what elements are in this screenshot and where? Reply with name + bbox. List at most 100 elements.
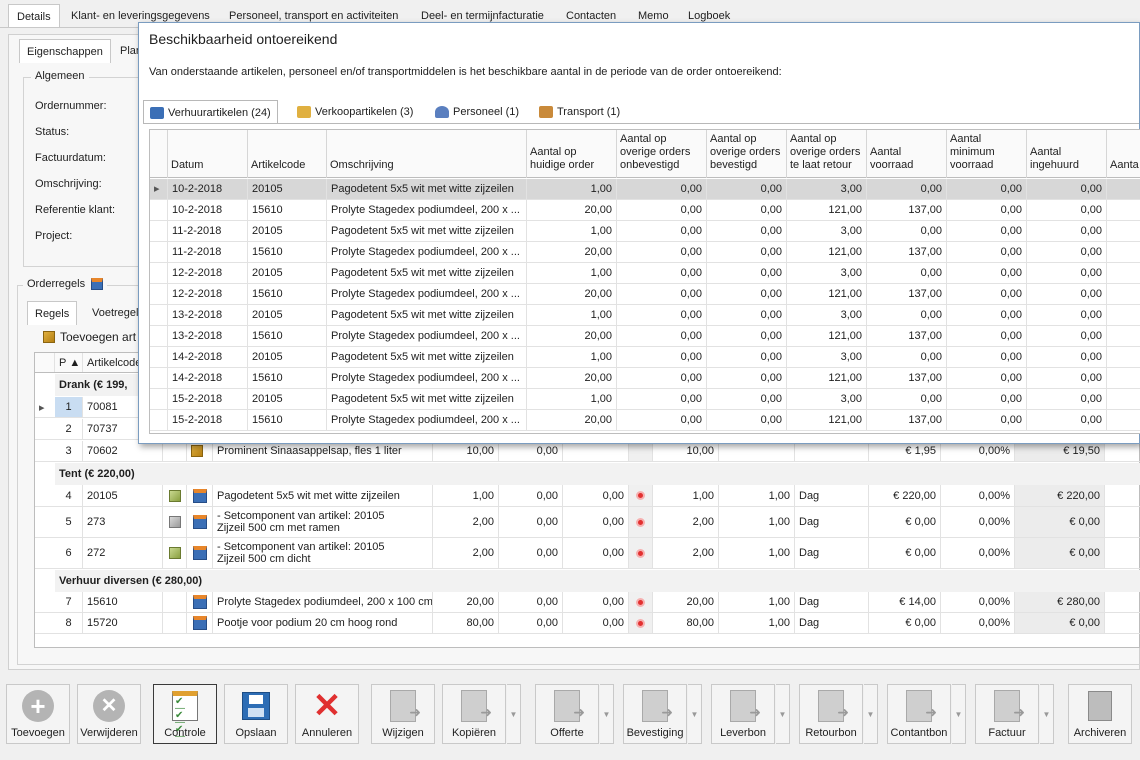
cell-d[interactable]: 1,00 — [719, 592, 795, 612]
col-onderhoud[interactable]: Aanta onderh — [1107, 130, 1140, 178]
verwijderen-button[interactable]: ✕ Verwijderen — [77, 684, 141, 744]
planning-icon[interactable] — [192, 595, 207, 609]
cell-discount[interactable]: 0,00% — [941, 507, 1015, 537]
cell-d[interactable]: 1,00 — [719, 507, 795, 537]
cell-d[interactable]: 1,00 — [719, 538, 795, 568]
subtab-regels[interactable]: Regels — [27, 301, 78, 325]
col-ingehuurd[interactable]: Aantal ingehuurd — [1027, 130, 1107, 178]
planning-icon[interactable] — [192, 616, 207, 630]
col-minimum-voorraad[interactable]: Aantal minimum voorraad — [947, 130, 1027, 178]
cell-b[interactable]: 0,00 — [563, 613, 629, 633]
cell-a[interactable]: 0,00 — [499, 507, 563, 537]
availability-row[interactable]: 13-2-2018 20105 Pagodetent 5x5 wit met wit… — [150, 305, 1140, 326]
cell-discount[interactable]: 0,00% — [941, 441, 1015, 461]
cell-b[interactable]: 0,00 — [563, 592, 629, 612]
cell-a[interactable]: 0,00 — [499, 441, 563, 461]
table-row[interactable]: 4 20105 Pagodetent 5x5 wit met witte zij… — [35, 485, 1140, 507]
cell-d[interactable]: 1,00 — [719, 485, 795, 506]
planning-icon[interactable] — [192, 488, 207, 503]
subtab-eigenschappen[interactable]: Eigenschappen — [19, 39, 111, 63]
cell-desc[interactable]: - Setcomponent van artikel: 20105 Zijzei… — [213, 538, 433, 568]
cell-qty[interactable]: 20,00 — [433, 592, 499, 612]
cell-desc[interactable]: Prolyte Stagedex podiumdeel, 200 x 100 c… — [213, 592, 433, 612]
factuur-dropdown[interactable]: ▼ — [1040, 684, 1054, 744]
cell-a[interactable]: 0,00 — [499, 538, 563, 568]
table-row[interactable]: 6 272 - Setcomponent van artikel: 20105 … — [35, 538, 1140, 569]
cell-code[interactable]: 273 — [83, 507, 163, 537]
col-artikelcode[interactable]: Artikelcode — [248, 130, 327, 178]
availability-row[interactable]: 10-2-2018 15610 Prolyte Stagedex podiumdee… — [150, 200, 1140, 221]
table-row[interactable]: 7 15610 Prolyte Stagedex podiumdeel, 200… — [35, 592, 1140, 613]
availability-row[interactable]: 11-2-2018 15610 Prolyte Stagedex podiumdee… — [150, 242, 1140, 263]
bevestiging-button[interactable]: Bevestiging — [623, 684, 687, 744]
cell-b[interactable]: 0,00 — [563, 485, 629, 506]
cell-code[interactable]: 15610 — [83, 592, 163, 612]
availability-warning-icon[interactable] — [636, 517, 645, 527]
cell-qty[interactable]: 2,00 — [433, 507, 499, 537]
cell-discount[interactable]: 0,00% — [941, 613, 1015, 633]
archiveren-button[interactable]: Archiveren — [1068, 684, 1132, 744]
availability-row[interactable]: 14-2-2018 15610 Prolyte Stagedex podiumdee… — [150, 368, 1140, 389]
orderregels-options-icon[interactable] — [91, 278, 104, 290]
cell-c[interactable]: 2,00 — [653, 538, 719, 568]
cell-desc[interactable]: Pagodetent 5x5 wit met witte zijzeilen — [213, 485, 433, 506]
cell-a[interactable]: 0,00 — [499, 613, 563, 633]
cell-unit[interactable]: Dag — [795, 507, 869, 537]
cell-code[interactable]: 272 — [83, 538, 163, 568]
cell-desc[interactable]: Prominent Sinaasappelsap, fles 1 liter — [213, 441, 433, 461]
cell-unit[interactable]: Dag — [795, 613, 869, 633]
dialog-tab-personeel[interactable]: Personeel (1) — [435, 100, 525, 124]
kopieren-dropdown[interactable]: ▼ — [507, 684, 521, 744]
availability-row[interactable]: 12-2-2018 20105 Pagodetent 5x5 wit met wit… — [150, 263, 1140, 284]
availability-warning-icon[interactable] — [636, 491, 645, 500]
col-p-header[interactable]: P ▲ — [55, 353, 83, 372]
contantbon-dropdown[interactable]: ▼ — [952, 684, 966, 744]
cell-price[interactable]: € 14,00 — [869, 592, 941, 612]
cell-qty[interactable]: 1,00 — [433, 485, 499, 506]
cell-price[interactable]: € 220,00 — [869, 485, 941, 506]
availability-row[interactable]: 15-2-2018 20105 Pagodetent 5x5 wit met wit… — [150, 389, 1140, 410]
availability-warning-icon[interactable] — [636, 548, 645, 558]
dialog-tab-verhuurartikelen[interactable]: Verhuurartikelen (24) — [143, 100, 278, 124]
availability-warning-icon[interactable] — [636, 618, 645, 628]
col-overige-bevestigd[interactable]: Aantal op overige orders bevestigd — [707, 130, 787, 178]
cell-c[interactable]: 2,00 — [653, 507, 719, 537]
factuur-button[interactable]: Factuur — [975, 684, 1039, 744]
cell-b[interactable]: 0,00 — [563, 507, 629, 537]
availability-row[interactable]: 11-2-2018 20105 Pagodetent 5x5 wit met wit… — [150, 221, 1140, 242]
availability-row[interactable]: 12-2-2018 15610 Prolyte Stagedex podiumdee… — [150, 284, 1140, 305]
col-voorraad[interactable]: Aantal voorraad — [867, 130, 947, 178]
annuleren-button[interactable]: ✕ Annuleren — [295, 684, 359, 744]
table-row[interactable]: 5 273 - Setcomponent van artikel: 20105 … — [35, 507, 1140, 538]
group-verhuur-diversen[interactable]: Verhuur diversen (€ 280,00) — [55, 570, 1140, 592]
cell-discount[interactable]: 0,00% — [941, 485, 1015, 506]
table-row[interactable]: 3 70602 Prominent Sinaasappelsap, fles 1… — [35, 441, 1140, 462]
cell-b[interactable] — [563, 441, 629, 461]
toevoegen-button[interactable]: + Toevoegen — [6, 684, 70, 744]
cell-code[interactable]: 20105 — [83, 485, 163, 506]
cell-c[interactable]: 1,00 — [653, 485, 719, 506]
cell-a[interactable]: 0,00 — [499, 592, 563, 612]
dialog-tab-transport[interactable]: Transport (1) — [539, 100, 626, 124]
cell-qty[interactable]: 10,00 — [433, 441, 499, 461]
col-aantal-huidige-order[interactable]: Aantal op huidige order — [527, 130, 617, 178]
cell-a[interactable]: 0,00 — [499, 485, 563, 506]
cell-c[interactable]: 20,00 — [653, 592, 719, 612]
cell-qty[interactable]: 2,00 — [433, 538, 499, 568]
bevestiging-dropdown[interactable]: ▼ — [688, 684, 702, 744]
cell-price[interactable]: € 0,00 — [869, 507, 941, 537]
cell-qty[interactable]: 80,00 — [433, 613, 499, 633]
col-te-laat-retour[interactable]: Aantal op overige orders te laat retour — [787, 130, 867, 178]
availability-row[interactable]: 14-2-2018 20105 Pagodetent 5x5 wit met wit… — [150, 347, 1140, 368]
planning-icon[interactable] — [192, 546, 207, 560]
add-article-button[interactable]: Toevoegen art — [43, 330, 136, 344]
cell-unit[interactable]: Dag — [795, 485, 869, 506]
cell-unit[interactable]: Dag — [795, 592, 869, 612]
availability-warning-icon[interactable] — [636, 597, 645, 607]
opslaan-button[interactable]: Opslaan — [224, 684, 288, 744]
dialog-tab-verkoopartikelen[interactable]: Verkoopartikelen (3) — [297, 100, 419, 124]
cell-c[interactable]: 80,00 — [653, 613, 719, 633]
cell-code[interactable]: 15720 — [83, 613, 163, 633]
cell-unit[interactable]: Dag — [795, 538, 869, 568]
cell-price[interactable]: € 0,00 — [869, 538, 941, 568]
